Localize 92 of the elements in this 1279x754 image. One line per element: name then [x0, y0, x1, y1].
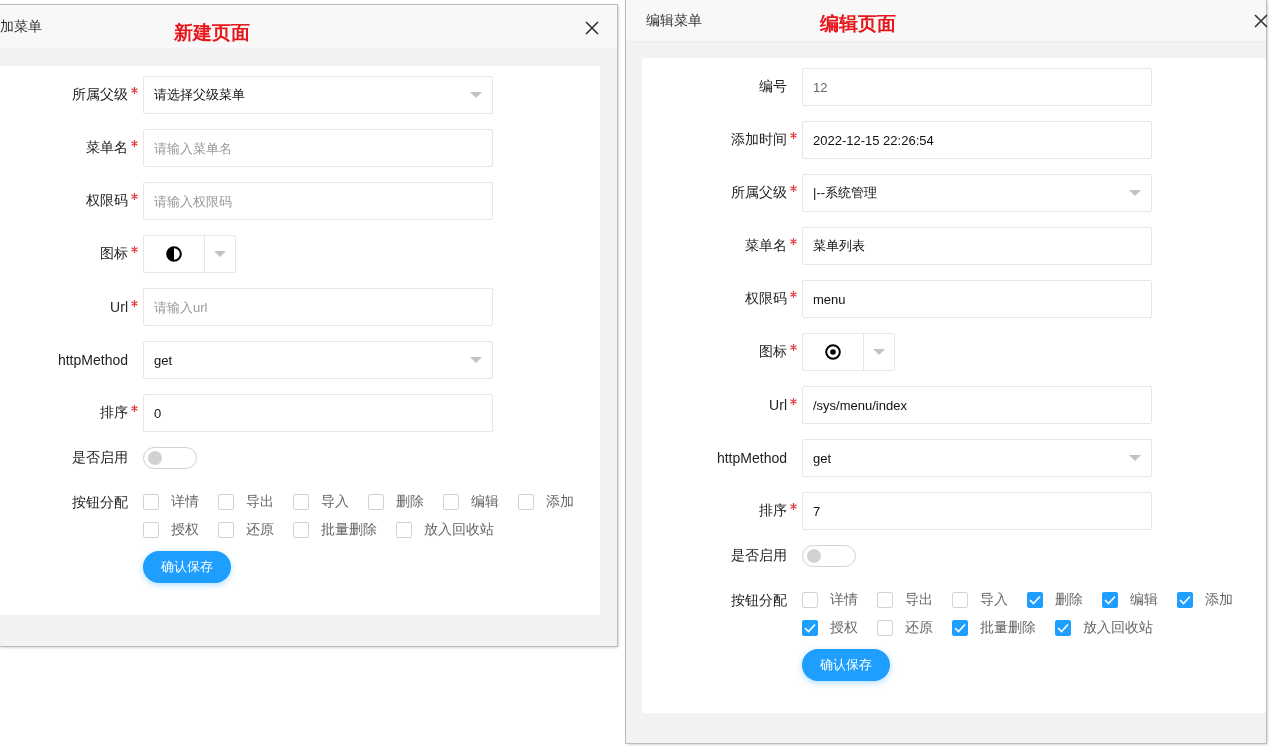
checkbox[interactable] — [952, 592, 968, 608]
checkbox[interactable] — [293, 522, 309, 538]
select-field[interactable]: 请选择父级菜单 — [143, 76, 493, 114]
checkbox-label[interactable]: 详情 — [171, 493, 199, 511]
checkbox[interactable] — [802, 592, 818, 608]
field-label: 排序 — [759, 502, 787, 520]
checkbox-label[interactable]: 放入回收站 — [424, 521, 494, 539]
checkbox[interactable] — [443, 494, 459, 510]
checkbox-label[interactable]: 还原 — [246, 521, 274, 539]
field-label: httpMethod — [57, 352, 128, 368]
checkbox-label[interactable]: 编辑 — [1130, 591, 1158, 609]
checkbox[interactable] — [143, 494, 159, 510]
field-label: Url — [769, 397, 787, 413]
checkbox-label[interactable]: 导入 — [980, 591, 1008, 609]
checkbox[interactable] — [877, 592, 893, 608]
caret-icon — [1129, 455, 1141, 461]
input-field[interactable]: /sys/menu/index — [802, 386, 1152, 424]
field-label: 所属父级 — [731, 184, 787, 202]
field-label: 图标 — [759, 343, 787, 361]
checkbox[interactable] — [1177, 592, 1193, 608]
input-field[interactable]: 请输入菜单名 — [143, 129, 493, 167]
checkbox-label[interactable]: 详情 — [830, 591, 858, 609]
close-icon[interactable] — [1254, 14, 1268, 28]
checkbox[interactable] — [1055, 620, 1071, 636]
close-icon[interactable] — [585, 21, 599, 35]
toggle-switch[interactable] — [143, 447, 197, 469]
field-label: 按钮分配 — [731, 592, 787, 610]
checkbox-label[interactable]: 授权 — [830, 619, 858, 637]
icon-select[interactable] — [802, 333, 895, 371]
caret-icon — [470, 357, 482, 363]
caret-icon — [470, 92, 482, 98]
target-icon — [825, 344, 841, 360]
checkbox-label[interactable]: 添加 — [546, 493, 574, 511]
field-label: 是否启用 — [731, 547, 787, 565]
checkbox-label[interactable]: 导出 — [246, 493, 274, 511]
checkbox-label[interactable]: 批量删除 — [321, 521, 377, 539]
checkbox-label[interactable]: 批量删除 — [980, 619, 1036, 637]
checkbox[interactable] — [143, 522, 159, 538]
field-label: 菜单名 — [86, 139, 128, 157]
input-field[interactable]: 菜单列表 — [802, 227, 1152, 265]
field-label: Url — [110, 299, 128, 315]
input-field[interactable]: 12 — [802, 68, 1152, 106]
caret-icon — [1129, 190, 1141, 196]
checkbox-label[interactable]: 还原 — [905, 619, 933, 637]
checkbox-label[interactable]: 删除 — [396, 493, 424, 511]
contrast-icon — [166, 246, 182, 262]
checkbox-label[interactable]: 放入回收站 — [1083, 619, 1153, 637]
checkbox[interactable] — [368, 494, 384, 510]
checkbox[interactable] — [1027, 592, 1043, 608]
input-field[interactable]: 0 — [143, 394, 493, 432]
checkbox-label[interactable]: 导入 — [321, 493, 349, 511]
annotation: 编辑页面 — [820, 11, 896, 36]
checkbox-label[interactable]: 编辑 — [471, 493, 499, 511]
checkbox[interactable] — [802, 620, 818, 636]
field-label: 所属父级 — [72, 86, 128, 104]
field-label: 权限码 — [86, 192, 128, 210]
field-label: 添加时间 — [731, 131, 787, 149]
annotation: 新建页面 — [174, 20, 250, 45]
checkbox[interactable] — [952, 620, 968, 636]
dialog-title: 编辑菜单 — [646, 11, 702, 30]
checkbox[interactable] — [218, 522, 234, 538]
checkbox[interactable] — [396, 522, 412, 538]
checkbox[interactable] — [877, 620, 893, 636]
checkbox[interactable] — [1102, 592, 1118, 608]
field-label: 图标 — [100, 245, 128, 263]
field-label: 权限码 — [745, 290, 787, 308]
icon-select[interactable] — [143, 235, 236, 273]
field-label: 是否启用 — [72, 449, 128, 467]
input-field[interactable]: 2022-12-15 22:26:54 — [802, 121, 1152, 159]
input-field[interactable]: 请输入url — [143, 288, 493, 326]
checkbox-label[interactable]: 导出 — [905, 591, 933, 609]
select-field[interactable]: get — [802, 439, 1152, 477]
input-field[interactable]: 请输入权限码 — [143, 182, 493, 220]
toggle-switch[interactable] — [802, 545, 856, 567]
checkbox-label[interactable]: 删除 — [1055, 591, 1083, 609]
checkbox[interactable] — [293, 494, 309, 510]
select-field[interactable]: |--系统管理 — [802, 174, 1152, 212]
field-label: httpMethod — [716, 450, 787, 466]
checkbox[interactable] — [518, 494, 534, 510]
caret-icon — [873, 349, 885, 355]
input-field[interactable]: 7 — [802, 492, 1152, 530]
checkbox-label[interactable]: 添加 — [1205, 591, 1233, 609]
field-label: 菜单名 — [745, 237, 787, 255]
input-field[interactable]: menu — [802, 280, 1152, 318]
dialog-title: 加菜单 — [0, 17, 42, 36]
field-label: 按钮分配 — [72, 494, 128, 512]
field-label: 排序 — [100, 404, 128, 422]
checkbox-label[interactable]: 授权 — [171, 521, 199, 539]
field-label: 编号 — [759, 78, 787, 96]
checkbox[interactable] — [218, 494, 234, 510]
caret-icon — [214, 251, 226, 257]
select-field[interactable]: get — [143, 341, 493, 379]
